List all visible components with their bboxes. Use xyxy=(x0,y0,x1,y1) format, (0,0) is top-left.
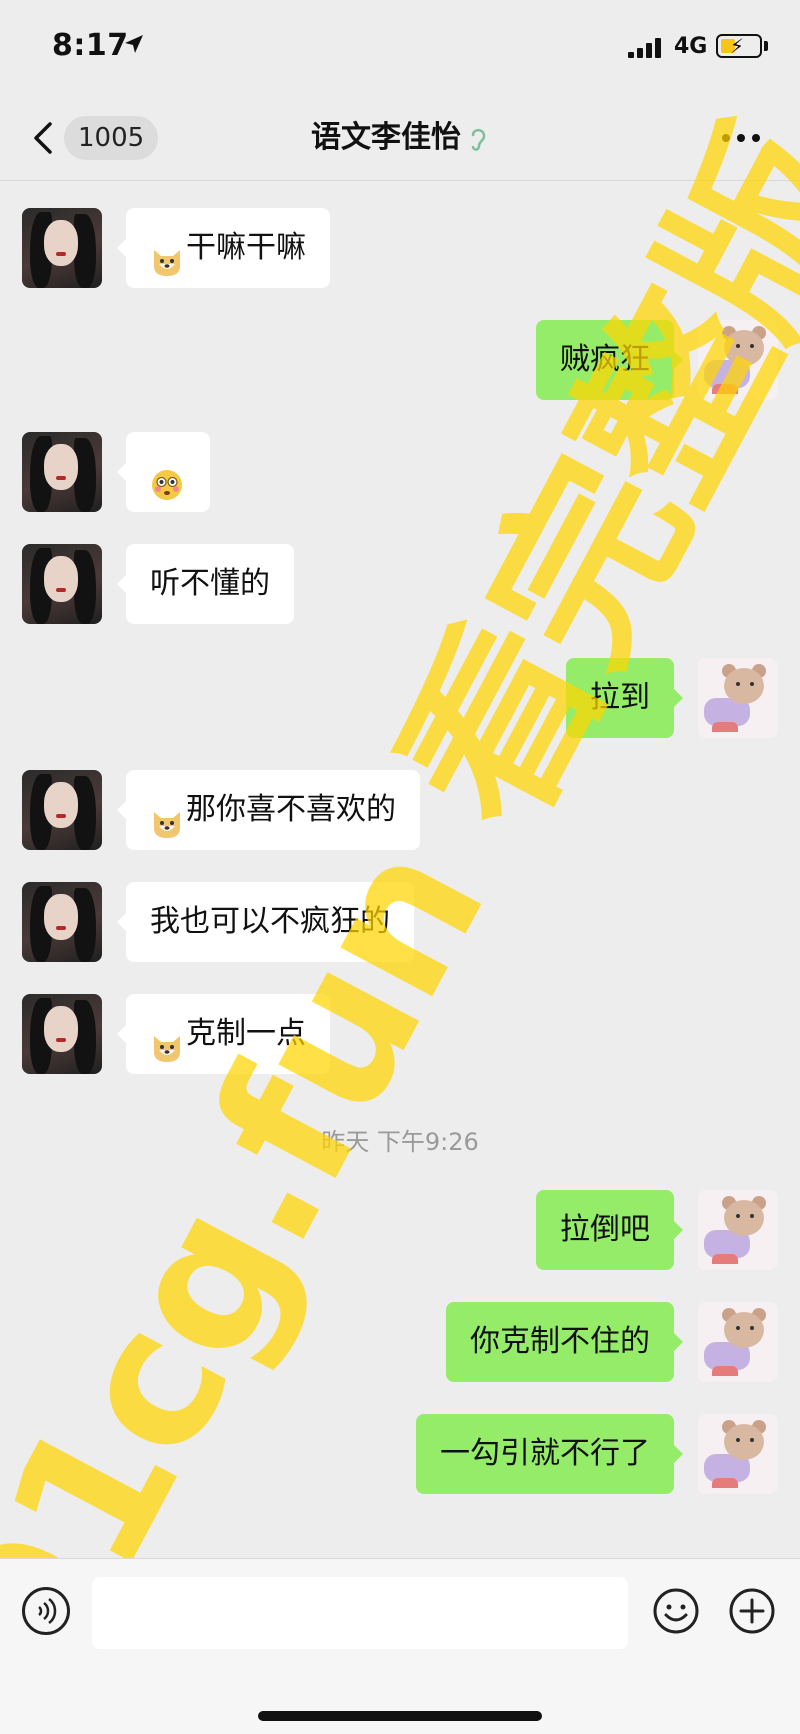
incoming-message: 我也可以不疯狂的 xyxy=(0,882,800,962)
battery-icon: ⚡ xyxy=(716,34,762,58)
message-text: 我也可以不疯狂的 xyxy=(150,904,390,939)
ear-icon xyxy=(471,128,486,151)
outgoing-message: 贼疯狂 xyxy=(0,320,800,400)
contact-avatar[interactable] xyxy=(22,544,102,624)
message-text: 拉倒吧 xyxy=(560,1212,650,1247)
status-bar: 8:17 4G ⚡ xyxy=(0,0,800,96)
time-divider: 昨天 下午9:26 xyxy=(321,1128,479,1156)
status-time: 8:17 xyxy=(52,28,129,63)
message-bubble[interactable]: 干嘛干嘛 xyxy=(117,208,330,288)
emoji-icon[interactable] xyxy=(652,1587,700,1635)
outgoing-message: 一勾引就不行了 xyxy=(0,1414,800,1494)
battery-tip xyxy=(764,41,768,51)
chat-header: 1005 语文李佳怡 xyxy=(0,96,800,181)
outgoing-message: 你克制不住的 xyxy=(0,1302,800,1382)
outgoing-message: 拉到 xyxy=(0,658,800,738)
message-bubble[interactable]: 那你喜不喜欢的 xyxy=(117,770,420,850)
my-avatar[interactable] xyxy=(698,320,778,400)
signal-icon xyxy=(628,36,664,58)
voice-icon[interactable] xyxy=(22,1587,70,1635)
message-bubble[interactable]: 克制一点 xyxy=(117,994,330,1074)
incoming-message: 听不懂的 xyxy=(0,544,800,624)
my-avatar[interactable] xyxy=(698,658,778,738)
home-indicator xyxy=(258,1711,542,1721)
doge-face-icon xyxy=(150,1015,184,1062)
message-input[interactable] xyxy=(92,1577,628,1649)
incoming-message: 干嘛干嘛 xyxy=(0,208,800,288)
contact-avatar[interactable] xyxy=(22,208,102,288)
message-text: 听不懂的 xyxy=(150,566,270,601)
my-avatar[interactable] xyxy=(698,1190,778,1270)
message-bubble[interactable] xyxy=(117,432,210,512)
contact-avatar[interactable] xyxy=(22,770,102,850)
message-text: 一勾引就不行了 xyxy=(440,1436,650,1471)
message-bubble[interactable]: 贼疯狂 xyxy=(536,320,683,400)
flushed-face-icon xyxy=(150,453,184,500)
message-text: 你克制不住的 xyxy=(470,1324,650,1359)
incoming-message: 那你喜不喜欢的 xyxy=(0,770,800,850)
message-text: 克制一点 xyxy=(186,1016,306,1051)
chat-title-text: 语文李佳怡 xyxy=(311,120,461,155)
message-text: 干嘛干嘛 xyxy=(186,230,306,265)
doge-face-icon xyxy=(150,791,184,838)
more-icon[interactable] xyxy=(716,120,766,156)
message-text: 拉到 xyxy=(590,680,650,715)
contact-avatar[interactable] xyxy=(22,994,102,1074)
input-bar xyxy=(0,1558,800,1734)
chat-title: 语文李佳怡 xyxy=(0,116,800,160)
message-bubble[interactable]: 我也可以不疯狂的 xyxy=(117,882,414,962)
message-bubble[interactable]: 一勾引就不行了 xyxy=(416,1414,683,1494)
message-bubble[interactable]: 拉倒吧 xyxy=(536,1190,683,1270)
message-text: 贼疯狂 xyxy=(560,342,650,377)
doge-face-icon xyxy=(150,229,184,276)
incoming-message xyxy=(0,432,800,512)
plus-icon[interactable] xyxy=(728,1587,776,1635)
message-bubble[interactable]: 听不懂的 xyxy=(117,544,294,624)
message-text: 那你喜不喜欢的 xyxy=(186,792,396,827)
message-bubble[interactable]: 拉到 xyxy=(566,658,683,738)
my-avatar[interactable] xyxy=(698,1302,778,1382)
contact-avatar[interactable] xyxy=(22,432,102,512)
message-bubble[interactable]: 你克制不住的 xyxy=(446,1302,683,1382)
my-avatar[interactable] xyxy=(698,1414,778,1494)
contact-avatar[interactable] xyxy=(22,882,102,962)
outgoing-message: 拉倒吧 xyxy=(0,1190,800,1270)
location-arrow-icon xyxy=(125,35,143,53)
network-type: 4G xyxy=(674,34,708,59)
incoming-message: 克制一点 xyxy=(0,994,800,1074)
